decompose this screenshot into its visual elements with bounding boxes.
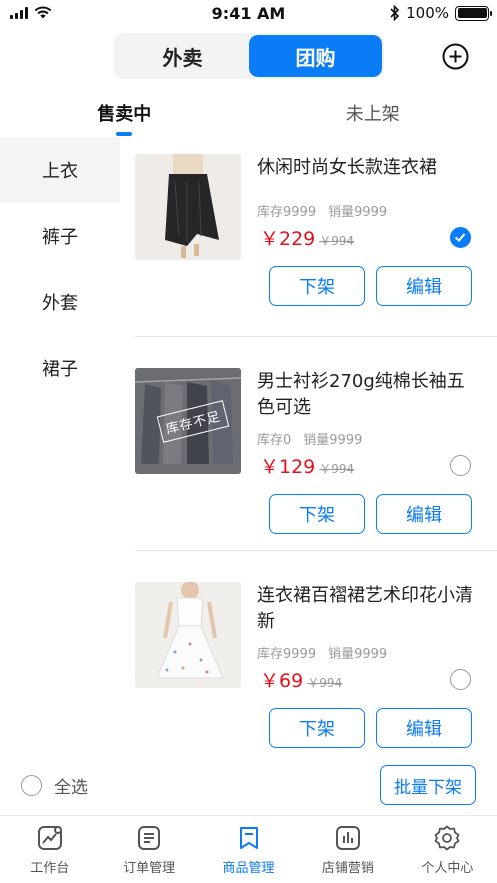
product-image[interactable]: [135, 154, 241, 260]
tabbar-item-orders[interactable]: 订单管理: [99, 817, 198, 883]
select-all-label: 全选: [54, 778, 88, 798]
sidebar-item-skirts[interactable]: 裙子: [0, 335, 120, 401]
status-tabs: 售卖中 未上架: [0, 96, 497, 136]
tabbar-item-marketing[interactable]: 店铺营销: [298, 817, 397, 883]
tabbar-item-products[interactable]: 商品管理: [199, 817, 298, 883]
batch-delist-button[interactable]: 批量下架: [380, 765, 476, 805]
product-meta: 库存9999 销量9999: [257, 201, 387, 220]
edit-button[interactable]: 编辑: [376, 266, 472, 306]
delist-button[interactable]: 下架: [269, 494, 365, 534]
product-card: 库存不足 男士衬衫270g纯棉长袖五色可选 库存0 销量9999 ￥129 ￥994…: [120, 337, 497, 551]
select-all-toggle[interactable]: 全选: [21, 773, 88, 798]
product-list: 休闲时尚女长款连衣裙 库存9999销量9999 ￥229￥994 下架 编辑: [120, 137, 497, 751]
order-type-segment: 外卖 团购: [114, 33, 384, 79]
sidebar-item-coats[interactable]: 外套: [0, 269, 120, 335]
product-price: ￥69 ￥994: [260, 666, 342, 693]
product-price: ￥129 ￥994: [260, 452, 354, 479]
product-checkbox[interactable]: [450, 227, 471, 248]
edit-button[interactable]: 编辑: [376, 494, 472, 534]
sidebar-item-tops[interactable]: 上衣: [0, 137, 120, 203]
battery-percent: 100%: [406, 4, 449, 22]
tabbar-label: 个人中心: [421, 861, 474, 876]
batch-action-bar: 全选 批量下架: [0, 751, 497, 816]
delist-button[interactable]: 下架: [269, 708, 365, 748]
current-price: ￥229: [260, 228, 316, 250]
product-sales: 销量9999: [328, 205, 388, 220]
product-stock: 库存9999: [257, 647, 317, 662]
bookmark-icon: [239, 827, 258, 849]
product-meta: 库存0 销量9999: [257, 429, 362, 448]
product-sales: 销量9999: [328, 647, 388, 662]
product-title: 男士衬衫270g纯棉长袖五色可选: [257, 371, 465, 418]
bottom-tab-bar: 工作台 订单管理 商品管理 店铺营销 个人中心: [0, 817, 497, 883]
tabbar-label: 商品管理: [222, 861, 275, 876]
product-image[interactable]: [135, 582, 241, 688]
product-meta: 库存9999 销量9999: [257, 643, 387, 662]
select-all-radio[interactable]: [21, 775, 42, 796]
product-title: 连衣裙百褶裙艺术印花小清新: [257, 585, 473, 632]
original-price: ￥994: [307, 676, 343, 690]
status-bar: 9:41 AM 100%: [0, 0, 497, 28]
product-stock: 库存0: [257, 433, 292, 448]
product-title: 休闲时尚女长款连衣裙: [257, 157, 437, 178]
segment-groupbuy[interactable]: 团购: [249, 35, 382, 77]
status-right: 100%: [390, 4, 492, 22]
product-sales: 销量9999: [303, 433, 363, 448]
product-price: ￥229 ￥994: [260, 224, 354, 251]
category-sidebar: 上衣 裤子 外套 裙子: [0, 137, 120, 751]
current-price: ￥129: [260, 456, 316, 478]
sidebar-item-pants[interactable]: 裤子: [0, 203, 120, 269]
delist-button[interactable]: 下架: [269, 266, 365, 306]
tabbar-label: 工作台: [30, 861, 70, 876]
original-price: ￥994: [319, 462, 355, 476]
tab-not-listed[interactable]: 未上架: [249, 96, 497, 136]
product-stock: 库存9999: [257, 205, 317, 220]
tab-on-sale[interactable]: 售卖中: [0, 96, 249, 136]
product-checkbox[interactable]: [450, 669, 471, 690]
add-icon[interactable]: [442, 43, 469, 70]
product-card: 连衣裙百褶裙艺术印花小清新 库存9999 销量9999 ￥69 ￥994 下架 编辑: [120, 551, 497, 751]
current-price: ￥69: [260, 670, 304, 692]
gear-icon: [434, 825, 460, 851]
bluetooth-icon: [390, 5, 400, 21]
product-checkbox[interactable]: [450, 455, 471, 476]
workbench-icon: [37, 826, 62, 850]
original-price: ￥994: [319, 234, 355, 248]
order-icon: [138, 826, 161, 850]
edit-button[interactable]: 编辑: [376, 708, 472, 748]
chart-icon: [335, 826, 360, 850]
battery-icon: [455, 5, 492, 21]
check-icon: [454, 233, 466, 242]
tabbar-label: 订单管理: [123, 861, 176, 876]
product-card: 休闲时尚女长款连衣裙 库存9999 销量9999 ￥229 ￥994 下架 编辑: [120, 137, 497, 337]
content-area: 上衣 裤子 外套 裙子 休闲时尚女长款连衣裙 库存9999 销量9999 ￥22…: [0, 137, 497, 751]
tabbar-item-workbench[interactable]: 工作台: [0, 817, 99, 883]
product-image[interactable]: 库存不足: [135, 368, 241, 474]
tabbar-item-profile[interactable]: 个人中心: [398, 817, 497, 883]
sidebar-fill: [0, 401, 120, 751]
tabbar-label: 店铺营销: [321, 861, 374, 876]
segment-takeout[interactable]: 外卖: [116, 35, 249, 77]
